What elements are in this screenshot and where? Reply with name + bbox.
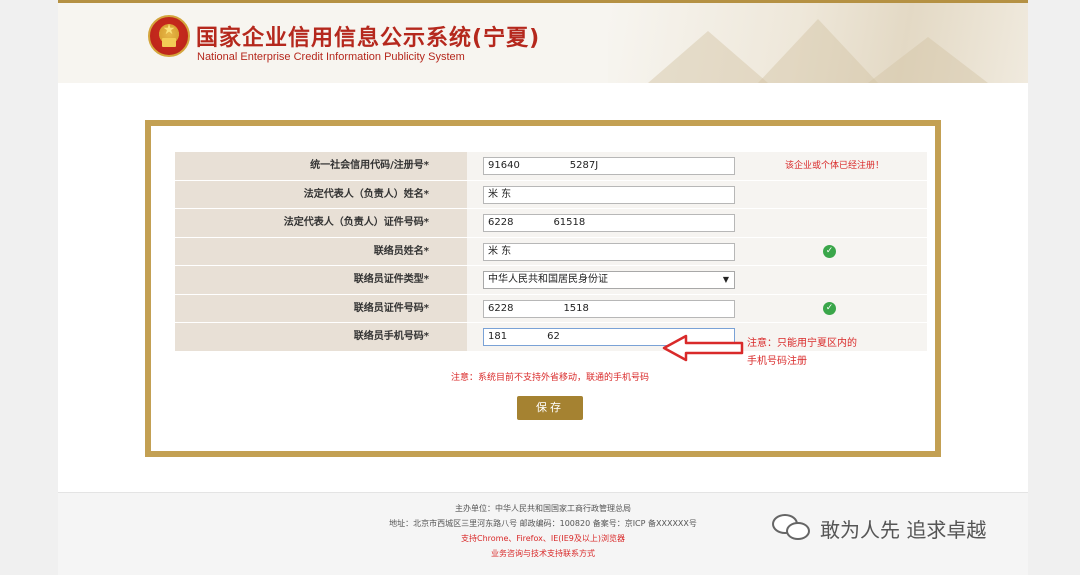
form-row-contact-name: 联络员姓名* 米 东 ✓ [175, 237, 927, 266]
site-title: 国家企业信用信息公示系统(宁夏) [196, 26, 541, 51]
footer-support-link[interactable]: 业务咨询与技术支持联系方式 [58, 548, 1028, 559]
legal-rep-name-input[interactable]: 米 东 [483, 185, 735, 204]
registration-form: 统一社会信用代码/注册号* 91640 5287J 该企业或个体已经注册！ 法定… [145, 120, 941, 457]
site-title-region: (宁夏) [472, 26, 541, 51]
form-row-legal-rep-name: 法定代表人（负责人）姓名* 米 东 [175, 180, 927, 209]
form-row-contact-id-type: 联络员证件类型* 中华人民共和国居民身份证 ▼ [175, 266, 927, 295]
contact-id-type-label: 联络员证件类型* [175, 266, 467, 294]
legal-rep-name-label: 法定代表人（负责人）姓名* [175, 180, 467, 208]
form-row-contact-id-number: 联络员证件号码* 6228 1518 ✓ [175, 294, 927, 323]
annotation-arrow-icon [662, 334, 744, 362]
annotation-note: 注意：只能用宁夏区内的手机号码注册 [747, 338, 857, 367]
header-great-wall-art [608, 3, 1028, 83]
form-row-credit-code: 统一社会信用代码/注册号* 91640 5287J 该企业或个体已经注册！ [175, 152, 927, 181]
credit-code-label: 统一社会信用代码/注册号* [175, 152, 467, 180]
legal-rep-id-input[interactable]: 6228 61518 [483, 214, 735, 232]
already-registered-message: 该企业或个体已经注册！ [785, 161, 885, 171]
contact-id-type-select[interactable]: 中华人民共和国居民身份证 ▼ [483, 271, 735, 289]
contact-id-number-input[interactable]: 6228 1518 [483, 299, 735, 318]
legal-rep-id-label: 法定代表人（负责人）证件号码* [175, 209, 467, 237]
form-rows: 统一社会信用代码/注册号* 91640 5287J 该企业或个体已经注册！ 法定… [175, 152, 927, 352]
contact-phone-label: 联络员手机号码* [175, 323, 467, 351]
wechat-icon [772, 512, 814, 544]
phone-carrier-note: 注意：系统目前不支持外省移动，联通的手机号码 [451, 373, 650, 383]
dropdown-arrow-icon: ▼ [722, 275, 729, 284]
check-icon: ✓ [823, 301, 836, 315]
credit-code-input[interactable]: 91640 5287J [483, 157, 735, 175]
contact-id-number-label: 联络员证件号码* [175, 294, 467, 322]
save-button[interactable]: 保存 [517, 396, 583, 420]
national-emblem-icon: ★ [148, 15, 190, 57]
contact-name-label: 联络员姓名* [175, 237, 467, 265]
site-header: ★ 国家企业信用信息公示系统(宁夏) National Enterprise C… [58, 3, 1028, 83]
header-decoration [758, 19, 878, 83]
site-title-en: National Enterprise Credit Information P… [197, 51, 465, 63]
check-icon: ✓ [823, 244, 836, 258]
watermark-text: 敢为人先 追求卓越 [820, 517, 987, 542]
form-row-legal-rep-id: 法定代表人（负责人）证件号码* 6228 61518 [175, 209, 927, 238]
watermark: 敢为人先 追求卓越 [772, 512, 986, 544]
header-decoration [648, 31, 768, 83]
contact-name-input[interactable]: 米 东 [483, 242, 735, 261]
header-decoration [868, 37, 988, 83]
